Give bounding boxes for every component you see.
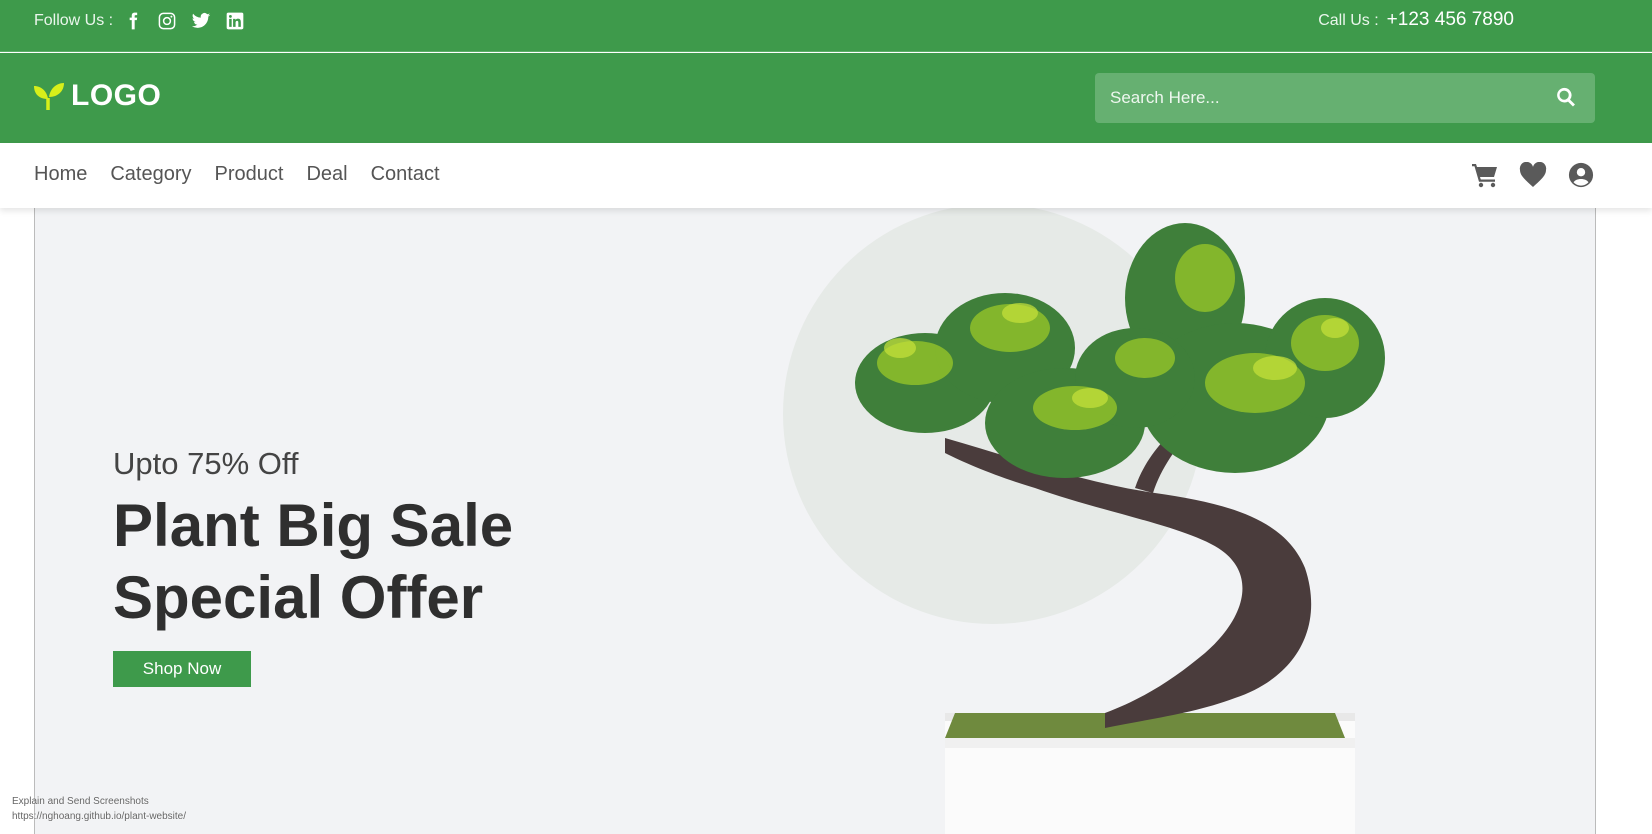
hero-text: Upto 75% Off Plant Big Sale Special Offe…	[113, 446, 513, 687]
nav-links: Home Category Product Deal Contact	[34, 163, 463, 186]
search-input[interactable]	[1095, 73, 1535, 123]
cart-icon[interactable]	[1470, 161, 1500, 189]
hero-banner: Upto 75% Off Plant Big Sale Special Offe…	[34, 208, 1596, 834]
shop-now-button[interactable]: Shop Now	[113, 651, 251, 687]
site-logo[interactable]: LOGO	[33, 79, 161, 113]
sprout-icon	[34, 83, 64, 110]
hero-title-line-2: Special Offer	[113, 564, 484, 631]
hero-title-line-1: Plant Big Sale	[113, 492, 514, 559]
search-icon[interactable]	[1555, 86, 1579, 110]
overlay-line-1: Explain and Send Screenshots	[12, 796, 149, 807]
nav-contact[interactable]: Contact	[371, 163, 440, 186]
top-bar: Follow Us : Call Us : +123 456 7890	[0, 0, 1652, 52]
screenshot-overlay-text: Explain and Send Screenshots https://ngh…	[12, 794, 186, 824]
follow-us-label: Follow Us :	[34, 12, 114, 29]
bonsai-plant-image	[855, 223, 1385, 834]
search-bar	[1095, 73, 1595, 123]
hero-subtitle: Upto 75% Off	[113, 446, 299, 481]
call-us: Call Us : +123 456 7890	[1318, 9, 1514, 31]
user-icon[interactable]	[1566, 161, 1596, 189]
twitter-icon[interactable]	[191, 10, 211, 32]
overlay-line-2: https://nghoang.github.io/plant-website/	[12, 811, 187, 822]
instagram-icon[interactable]	[157, 10, 177, 32]
nav-icons	[1470, 161, 1614, 189]
nav-deal[interactable]: Deal	[306, 163, 347, 186]
main-header: LOGO	[0, 53, 1652, 143]
call-us-label: Call Us :	[1318, 12, 1379, 29]
nav-home[interactable]: Home	[34, 163, 87, 186]
logo-text: LOGO	[71, 79, 162, 112]
facebook-icon[interactable]	[123, 10, 143, 32]
heart-icon[interactable]	[1518, 161, 1548, 189]
hero-title: Plant Big Sale Special Offer	[113, 490, 513, 634]
follow-us: Follow Us :	[34, 10, 259, 32]
nav-category[interactable]: Category	[110, 163, 191, 186]
nav-product[interactable]: Product	[215, 163, 284, 186]
main-nav: Home Category Product Deal Contact	[0, 143, 1652, 208]
linkedin-icon[interactable]	[225, 10, 245, 32]
phone-number[interactable]: +123 456 7890	[1387, 9, 1514, 31]
